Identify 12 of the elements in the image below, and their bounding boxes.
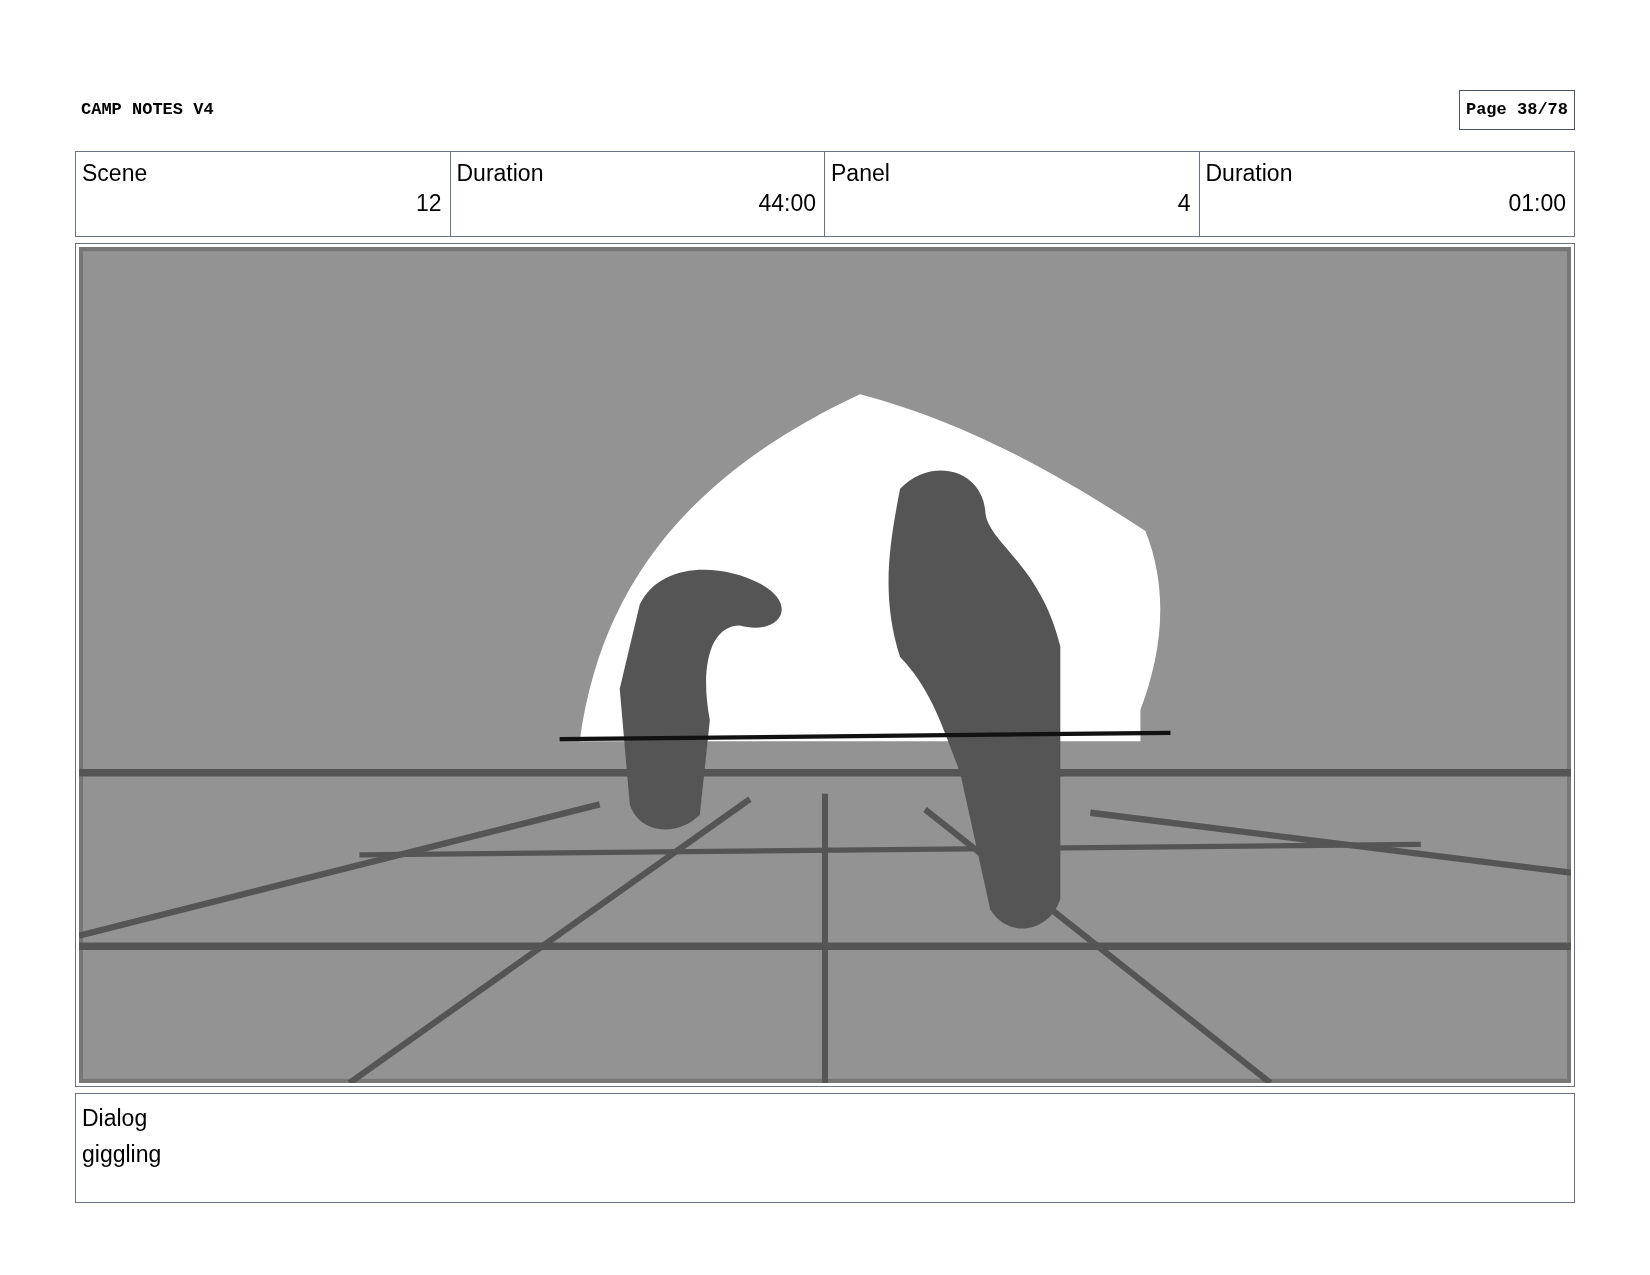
dialog-text: giggling [82, 1140, 163, 1169]
column-header: Panel [831, 159, 891, 188]
table-cell-text: 4 [1177, 189, 1191, 218]
table-cell-text: 44:00 [758, 189, 816, 218]
column-header: Scene [82, 159, 149, 188]
dialog-label: Dialog [82, 1104, 149, 1133]
column-header: Duration [1205, 159, 1294, 188]
page-number: Page 38/78 [1458, 90, 1575, 130]
document-title: CAMP NOTES V4 [81, 99, 214, 122]
column-header: Duration [456, 159, 545, 188]
table-cell-text: 12 [415, 189, 442, 218]
table-cell-text: 01:00 [1508, 189, 1566, 218]
